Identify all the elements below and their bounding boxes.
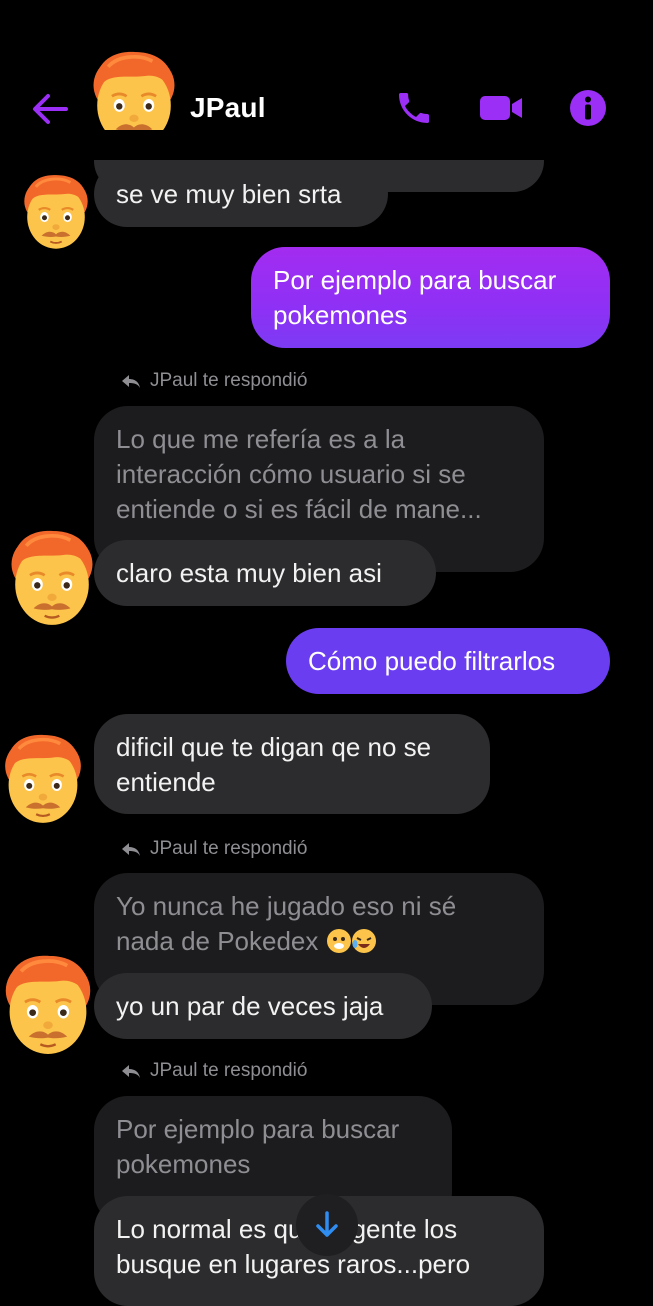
outgoing-message[interactable]: Por ejemplo para buscar pokemones bbox=[251, 247, 610, 348]
reply-label-text: JPaul te respondió bbox=[150, 1060, 308, 1081]
reply-icon bbox=[122, 843, 140, 856]
info-icon[interactable] bbox=[568, 88, 608, 128]
arrow-down-icon bbox=[316, 1211, 338, 1237]
incoming-message[interactable]: yo un par de veces jaja bbox=[94, 973, 432, 1039]
reply-label: JPaul te respondió bbox=[120, 370, 307, 392]
header-mask bbox=[0, 130, 653, 160]
quoted-text: Yo nunca he jugado eso ni sé nada de Pok… bbox=[116, 891, 457, 956]
contact-name[interactable]: JPaul bbox=[190, 92, 266, 124]
reply-label: JPaul te respondió bbox=[120, 1060, 307, 1082]
reply-icon bbox=[122, 1065, 140, 1078]
incoming-message[interactable]: claro esta muy bien asi bbox=[94, 540, 436, 606]
scroll-to-bottom-button[interactable] bbox=[296, 1194, 358, 1256]
incoming-message[interactable]: se ve muy bien srta bbox=[94, 161, 388, 227]
back-arrow-icon[interactable] bbox=[30, 92, 70, 126]
contact-avatar bbox=[0, 720, 86, 838]
emoji-icons bbox=[326, 928, 378, 963]
video-camera-icon[interactable] bbox=[478, 88, 524, 128]
reply-label: JPaul te respondió bbox=[120, 838, 307, 860]
reply-icon bbox=[122, 375, 140, 388]
contact-avatar bbox=[6, 524, 98, 632]
incoming-message[interactable]: dificil que te digan qe no se entiende bbox=[94, 714, 490, 814]
outgoing-message[interactable]: Cómo puedo filtrarlos bbox=[286, 628, 610, 694]
contact-avatar bbox=[20, 168, 92, 256]
reply-label-text: JPaul te respondió bbox=[150, 838, 308, 859]
phone-icon[interactable] bbox=[394, 88, 434, 128]
reply-label-text: JPaul te respondió bbox=[150, 370, 308, 391]
contact-avatar bbox=[0, 948, 96, 1062]
